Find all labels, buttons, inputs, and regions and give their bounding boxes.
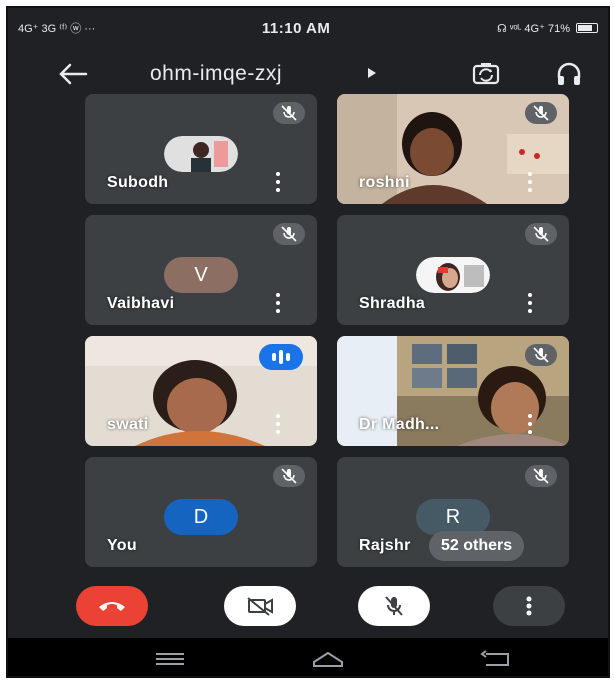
avatar (416, 257, 490, 293)
status-time: 11:10 AM (261, 19, 331, 37)
battery-icon (576, 23, 598, 33)
mic-off-icon (273, 465, 305, 487)
participant-tile-you[interactable]: D You (85, 457, 317, 567)
participant-name: roshni (359, 174, 410, 191)
participant-name: swati (107, 416, 149, 433)
status-right-text: ☊ ᵛᵒᴸ 4G⁺ 71% (497, 22, 570, 35)
participant-name: Subodh (107, 174, 169, 191)
participant-tile-dr-madh[interactable]: Dr Madh... (337, 336, 569, 446)
home-icon[interactable] (308, 648, 348, 670)
participant-tile-vaibhavi[interactable]: V Vaibhavi (85, 215, 317, 325)
more-vert-icon[interactable] (527, 293, 533, 313)
participant-tile-rajshr[interactable]: R Rajshr 52 others (337, 457, 569, 567)
avatar: D (164, 499, 238, 535)
participant-tile-subodh[interactable]: Subodh (85, 94, 317, 204)
more-vert-icon[interactable] (275, 293, 281, 313)
speaking-indicator (259, 344, 303, 370)
mic-off-icon (385, 596, 403, 616)
mic-off-icon (273, 223, 305, 245)
back-arrow-icon[interactable] (58, 62, 88, 86)
more-vert-icon (526, 596, 532, 616)
back-icon[interactable] (476, 648, 516, 670)
avatar: R (416, 499, 490, 535)
participant-tile-shradha[interactable]: Shradha (337, 215, 569, 325)
headphones-icon[interactable] (555, 60, 583, 88)
avatar (164, 136, 238, 172)
status-right: ☊ ᵛᵒᴸ 4G⁺ 71% (497, 22, 598, 35)
meeting-header: ohm-imqe-zxj (8, 48, 608, 100)
mic-off-icon (525, 223, 557, 245)
participant-name: Dr Madh... (359, 416, 440, 433)
meeting-code[interactable]: ohm-imqe-zxj (150, 62, 282, 86)
system-nav-bar (8, 638, 608, 676)
more-vert-icon[interactable] (275, 172, 281, 192)
switch-camera-icon[interactable] (470, 60, 502, 88)
status-bar: 4G⁺ 3G ⁽ᶠ⁾ ⓦ ··· 11:10 AM ☊ ᵛᵒᴸ 4G⁺ 71% (8, 8, 608, 48)
participant-name: Rajshr (359, 537, 411, 554)
menu-icon[interactable] (150, 648, 190, 670)
mic-off-icon (273, 102, 305, 124)
participant-tile-swati[interactable]: swati (85, 336, 317, 446)
participant-name: Shradha (359, 295, 426, 312)
mic-off-icon (525, 102, 557, 124)
mic-off-icon (525, 465, 557, 487)
more-options-button[interactable] (493, 586, 565, 626)
others-count-chip[interactable]: 52 others (429, 531, 525, 561)
participant-name: You (107, 537, 137, 554)
status-left: 4G⁺ 3G ⁽ᶠ⁾ ⓦ ··· (18, 23, 96, 35)
caret-right-icon[interactable] (368, 68, 376, 78)
end-call-button[interactable] (76, 586, 148, 626)
meet-screen: 4G⁺ 3G ⁽ᶠ⁾ ⓦ ··· 11:10 AM ☊ ᵛᵒᴸ 4G⁺ 71% … (6, 6, 610, 678)
more-vert-icon[interactable] (527, 414, 533, 434)
participant-name: Vaibhavi (107, 295, 175, 312)
more-vert-icon[interactable] (275, 414, 281, 434)
camera-toggle-button[interactable] (224, 586, 296, 626)
mic-toggle-button[interactable] (358, 586, 430, 626)
more-vert-icon[interactable] (527, 172, 533, 192)
avatar: V (164, 257, 238, 293)
videocam-off-icon (247, 597, 273, 616)
participant-tile-roshni[interactable]: roshni (337, 94, 569, 204)
call-end-icon (99, 602, 125, 611)
mic-off-icon (525, 344, 557, 366)
